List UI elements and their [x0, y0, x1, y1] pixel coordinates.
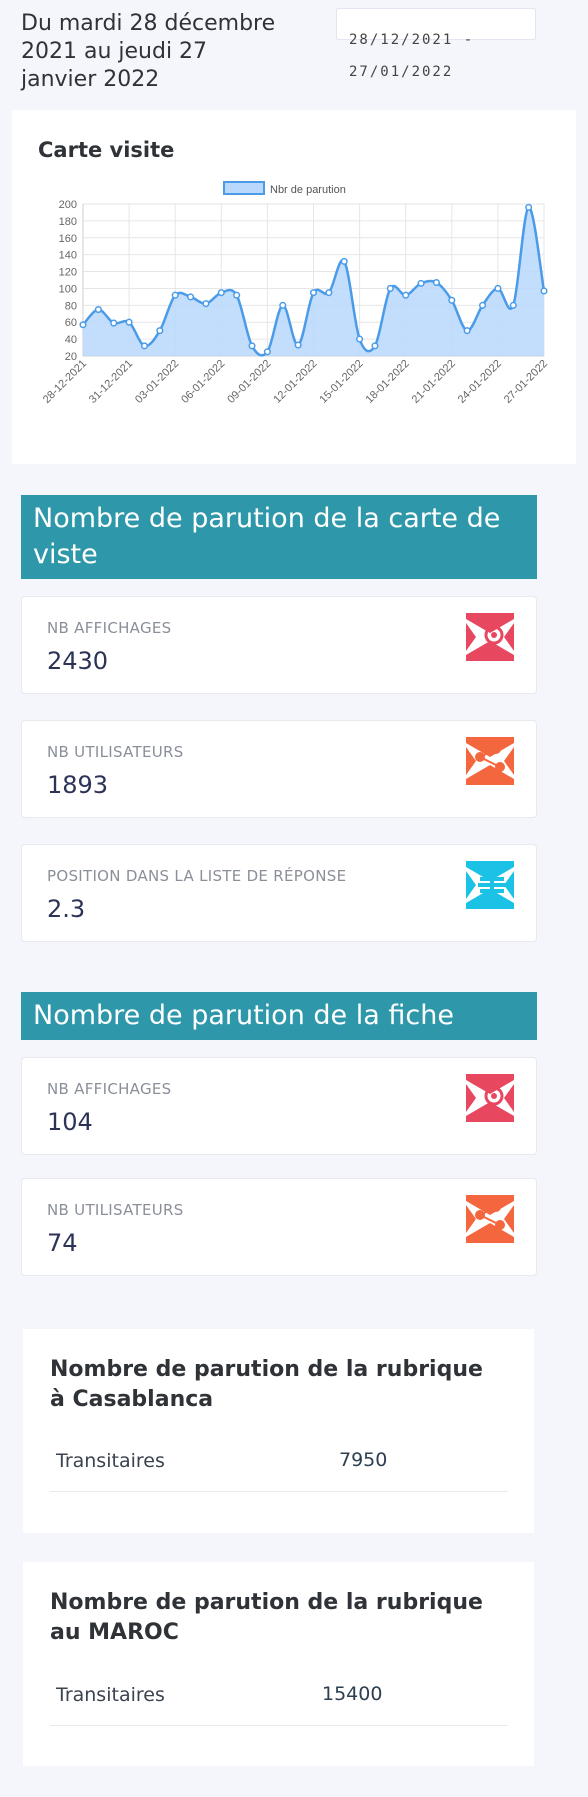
y-tick-label: 160 [59, 233, 77, 245]
users-network-icon [466, 1195, 514, 1243]
data-point [140, 342, 149, 350]
rubrique-maroc-card: Nombre de parution de la rubrique au MAR… [23, 1562, 534, 1766]
x-tick-label: 24-01-2022 [456, 358, 504, 406]
data-point [248, 342, 256, 350]
stat-label: NB AFFICHAGES [47, 619, 172, 637]
visit-chart-title: Carte visite [38, 138, 175, 162]
data-point [432, 278, 440, 287]
row-divider [50, 1491, 508, 1492]
data-point [463, 327, 471, 335]
y-tick-label: 100 [59, 283, 77, 295]
y-tick-label: 180 [59, 216, 77, 228]
rubrique-row-label: Transitaires [56, 1450, 165, 1472]
data-point [233, 291, 241, 299]
x-tick-label: 28-12-2021 [41, 358, 89, 406]
data-point [494, 284, 502, 292]
data-point [202, 300, 210, 308]
data-point [448, 296, 456, 304]
section-carte-title: Nombre de parution de la carte de viste [21, 495, 537, 579]
stat-value: 1893 [47, 771, 109, 799]
data-point [371, 342, 379, 350]
x-tick-label: 09-01-2022 [225, 358, 273, 406]
stat-label: NB UTILISATEURS [47, 1201, 184, 1219]
data-point [540, 287, 548, 295]
data-point [79, 321, 87, 329]
data-point [110, 319, 118, 327]
x-tick-label: 06-01-2022 [179, 358, 227, 406]
data-point [525, 203, 533, 211]
data-point [478, 301, 487, 309]
y-tick-label: 120 [59, 267, 77, 279]
list-position-icon [466, 861, 514, 909]
rubrique-row-value: 7950 [339, 1449, 388, 1471]
data-point [325, 289, 333, 297]
data-point [217, 289, 225, 297]
rubrique-row-label: Transitaires [56, 1684, 165, 1706]
y-tick-label: 80 [65, 300, 77, 312]
stat-value: 74 [47, 1229, 78, 1257]
date-range-input-value[interactable]: 28/12/2021 - 27/01/2022 [349, 24, 539, 88]
data-point [340, 257, 348, 265]
stat-value: 104 [47, 1108, 93, 1136]
y-tick-label: 200 [59, 199, 77, 211]
x-tick-label: 31-12-2021 [87, 358, 135, 406]
x-tick-label: 15-01-2022 [317, 358, 365, 406]
eye-icon [466, 1074, 514, 1122]
x-tick-label: 21-01-2022 [410, 358, 458, 406]
data-point [187, 293, 195, 301]
legend-label: Nbr de parution [270, 184, 346, 196]
y-tick-label: 140 [59, 250, 77, 262]
y-tick-label: 40 [65, 334, 77, 346]
section-fiche-title: Nombre de parution de la fiche [21, 992, 537, 1040]
data-point [279, 301, 287, 309]
stat-value: 2.3 [47, 895, 86, 923]
data-point [294, 341, 302, 349]
users-network-icon [466, 737, 514, 785]
visit-chart: 20 40 60 80 100 120 140 160 180 200 28-12-202131-1… [41, 181, 550, 406]
data-point [171, 291, 179, 299]
y-tick-label: 60 [65, 317, 77, 329]
data-point [94, 306, 102, 314]
y-tick-label: 20 [65, 351, 77, 363]
x-tick-label: 18-01-2022 [364, 358, 412, 406]
stat-card-fiche-utilisateurs: NB UTILISATEURS 74 [21, 1178, 537, 1276]
date-range-text: Du mardi 28 décembre 2021 au jeudi 27 ja… [21, 11, 276, 92]
stat-card-affichages: NB AFFICHAGES 2430 [21, 596, 537, 694]
data-point [309, 289, 318, 297]
stat-label: NB UTILISATEURS [47, 743, 184, 761]
x-tick-label: 03-01-2022 [133, 358, 181, 406]
eye-icon [466, 613, 514, 661]
data-point [417, 279, 425, 287]
data-point [356, 335, 364, 343]
data-point [263, 348, 271, 356]
stat-card-fiche-affichages: NB AFFICHAGES 104 [21, 1057, 537, 1155]
data-point [156, 327, 164, 335]
row-divider [50, 1725, 508, 1726]
data-point [125, 318, 133, 326]
stat-label: POSITION DANS LA LISTE DE RÉPONSE [47, 867, 347, 885]
x-tick-label: 27-01-2022 [502, 358, 550, 406]
rubrique-row-value: 15400 [322, 1683, 383, 1705]
rubrique-casablanca-title: Nombre de parution de la rubrique à Casa… [50, 1357, 483, 1412]
stat-value: 2430 [47, 647, 109, 675]
data-point [386, 284, 394, 292]
x-tick-label: 12-01-2022 [271, 358, 319, 406]
data-point [509, 301, 517, 309]
page-header: Du mardi 28 décembre 2021 au jeudi 27 ja… [0, 0, 588, 100]
legend-swatch [223, 181, 265, 195]
data-point [402, 291, 410, 299]
stat-label: NB AFFICHAGES [47, 1080, 172, 1098]
rubrique-maroc-title: Nombre de parution de la rubrique au MAR… [50, 1590, 483, 1645]
rubrique-casablanca-card: Nombre de parution de la rubrique à Casa… [23, 1329, 534, 1533]
stat-card-position: POSITION DANS LA LISTE DE RÉPONSE 2.3 [21, 844, 537, 942]
stat-card-utilisateurs: NB UTILISATEURS 1893 [21, 720, 537, 818]
